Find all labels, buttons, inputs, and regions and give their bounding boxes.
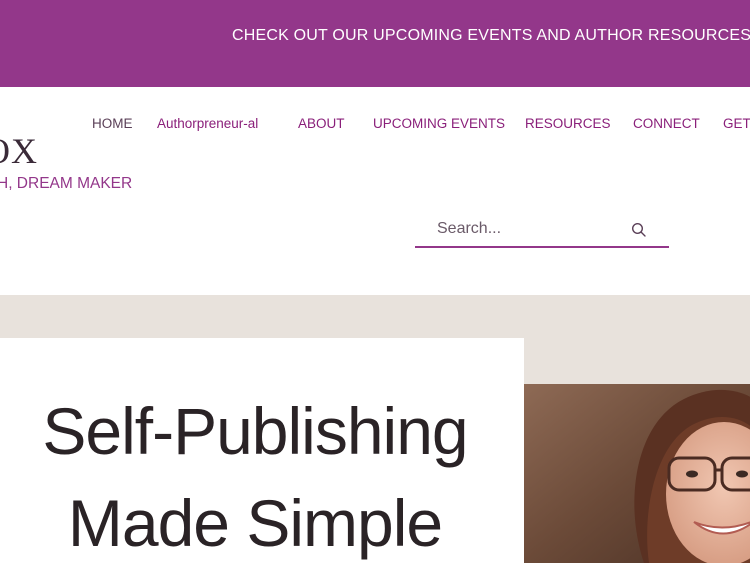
banner-text[interactable]: CHECK OUT OUR UPCOMING EVENTS AND AUTHOR…	[232, 27, 750, 45]
author-photo-illustration	[524, 384, 750, 563]
announcement-banner: CHECK OUT OUR UPCOMING EVENTS AND AUTHOR…	[0, 0, 750, 87]
hero-title-line-2: Made Simple	[67, 486, 443, 560]
hero-title: Self-Publishing Made Simple	[0, 385, 510, 569]
author-photo	[524, 384, 750, 563]
site-tagline: H, DREAM MAKER	[0, 175, 133, 192]
site-logo[interactable]: OX	[0, 130, 38, 172]
search-box	[415, 210, 669, 248]
nav-item-resources[interactable]: RESOURCES	[525, 116, 611, 131]
main-nav: HOME Authorpreneur-al ABOUT UPCOMING EVE…	[0, 116, 750, 136]
nav-item-authorpreneur[interactable]: Authorpreneur-al	[157, 116, 258, 131]
nav-item-get[interactable]: GET	[723, 116, 750, 131]
nav-item-upcoming-events[interactable]: UPCOMING EVENTS	[373, 116, 505, 131]
nav-item-connect[interactable]: CONNECT	[633, 116, 700, 131]
search-input[interactable]	[437, 218, 627, 240]
nav-item-about[interactable]: ABOUT	[298, 116, 345, 131]
hero-title-line-1: Self-Publishing	[42, 394, 468, 468]
search-icon[interactable]	[631, 222, 647, 238]
nav-item-home[interactable]: HOME	[92, 116, 133, 131]
